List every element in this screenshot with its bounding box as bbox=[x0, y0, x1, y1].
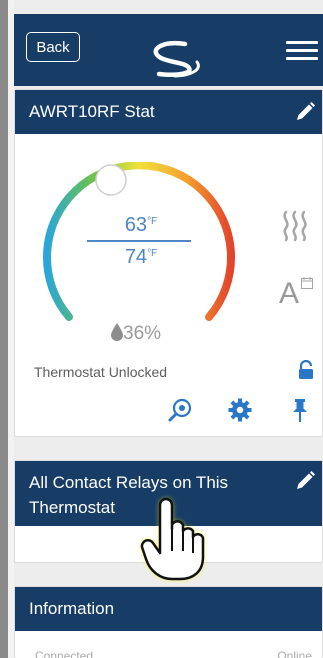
thermostat-name: AWRT10RF Stat bbox=[29, 102, 155, 121]
information-card: Information Connected Online bbox=[14, 586, 323, 658]
heat-mode-icon[interactable] bbox=[279, 208, 311, 242]
water-drop-icon bbox=[111, 323, 123, 341]
humidity-readout: 36% bbox=[111, 323, 161, 345]
back-button[interactable]: Back bbox=[26, 32, 80, 62]
information-card-header: Information bbox=[15, 587, 322, 631]
lock-status-label: Thermostat Unlocked bbox=[34, 364, 168, 380]
hamburger-menu-icon[interactable] bbox=[286, 41, 318, 63]
edit-pencil-icon[interactable] bbox=[294, 470, 316, 492]
auto-schedule-icon[interactable]: A bbox=[279, 277, 315, 311]
thermostat-card: AWRT10RF Stat 63°F 74°F 36% A Thermostat… bbox=[14, 89, 323, 437]
current-temperature: 74°F bbox=[124, 246, 158, 268]
thermostat-card-header: AWRT10RF Stat bbox=[15, 90, 322, 134]
temperature-divider bbox=[87, 240, 191, 242]
info-row: Connected Online bbox=[35, 649, 312, 658]
edit-pencil-icon[interactable] bbox=[294, 101, 316, 123]
info-row-label: Connected bbox=[35, 649, 94, 658]
view-search-icon[interactable] bbox=[167, 397, 193, 423]
top-nav-bar: Back bbox=[14, 14, 323, 86]
information-card-title: Information bbox=[29, 599, 115, 618]
window-frame bbox=[0, 0, 8, 658]
calendar-icon bbox=[301, 277, 313, 289]
pointer-hand-cursor-icon bbox=[140, 497, 205, 581]
app-logo-icon bbox=[153, 40, 200, 78]
unlock-icon[interactable] bbox=[297, 360, 315, 380]
info-row-value: Online bbox=[277, 649, 312, 658]
pin-icon[interactable] bbox=[287, 397, 313, 423]
set-point-temperature: 63°F bbox=[124, 214, 158, 236]
settings-gear-icon[interactable] bbox=[227, 397, 253, 423]
